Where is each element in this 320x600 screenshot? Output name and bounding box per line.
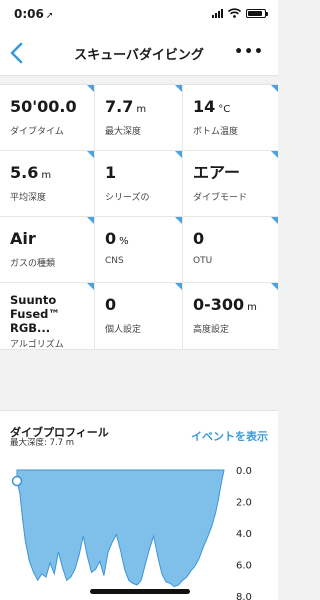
dive-profile-panel: ダイブプロフィール 最大深度: 7.7 m イベントを表示 0.0 2.0 4.0 6… <box>0 410 278 600</box>
corner-marker <box>271 151 278 158</box>
stat-value: 1 <box>105 163 117 182</box>
navigation-bar: スキューバダイビング ••• <box>0 28 278 76</box>
battery-level <box>248 10 262 16</box>
stat-value: 14 °C <box>193 97 231 116</box>
corner-marker <box>271 85 278 92</box>
stat-value: 0 <box>193 229 205 248</box>
stat-value: 0-300 m <box>193 295 257 314</box>
corner-marker <box>87 85 94 92</box>
stat-value: 7.7 m <box>105 97 147 116</box>
corner-marker <box>87 151 94 158</box>
stat-label: 高度設定 <box>193 325 230 335</box>
more-options-button[interactable]: ••• <box>234 44 264 60</box>
stat-cell-altitude-setting[interactable]: 0-300 m 高度設定 <box>183 283 278 349</box>
stat-value: エアー <box>193 163 241 182</box>
corner-marker <box>87 217 94 224</box>
y-tick-label: 6.0 <box>236 561 252 572</box>
stat-value: 50'00.0 <box>10 97 77 116</box>
corner-marker <box>87 283 94 290</box>
stats-row: Air ガスの種類 0% CNS 0 OTU <box>0 217 278 283</box>
stat-cell-dive-time[interactable]: 50'00.0 ダイブタイム <box>0 85 95 150</box>
stat-value: Suunto Fused™ RGB... <box>10 293 60 335</box>
dive-stats-grid: 50'00.0 ダイブタイム 7.7 m 最大深度 14 °C ボトム温度 5.6 m… <box>0 84 278 350</box>
stats-row: Suunto Fused™ RGB... アルゴリズム 0 個人設定 0-300… <box>0 283 278 350</box>
show-events-link[interactable]: イベントを表示 <box>191 428 268 444</box>
stat-label: CNS <box>105 256 124 266</box>
stat-label: 最大深度 <box>105 127 142 137</box>
stat-label: ボトム温度 <box>193 127 239 137</box>
battery-icon <box>246 8 268 18</box>
profile-cursor-handle <box>11 475 23 487</box>
stat-cell-series[interactable]: 1 シリーズの <box>95 151 183 216</box>
corner-marker <box>271 217 278 224</box>
location-arrow-icon: ➚ <box>45 11 54 21</box>
stat-cell-algorithm[interactable]: Suunto Fused™ RGB... アルゴリズム <box>0 283 95 350</box>
y-tick-label: 4.0 <box>236 529 252 540</box>
depth-profile-area <box>16 469 225 588</box>
y-tick-label: 8.0 <box>236 592 252 600</box>
stat-cell-gas-type[interactable]: Air ガスの種類 <box>0 217 95 282</box>
stat-label: 平均深度 <box>10 193 47 203</box>
stat-label: 個人設定 <box>105 325 142 335</box>
status-time: 0:06 ➚ <box>14 7 53 21</box>
stat-label: ダイブタイム <box>10 127 64 137</box>
stat-label: アルゴリズム <box>10 340 64 350</box>
status-indicators <box>212 8 268 18</box>
wifi-icon <box>228 8 241 18</box>
corner-marker <box>271 283 278 290</box>
status-bar: 0:06 ➚ <box>0 0 278 28</box>
stat-label: OTU <box>193 256 213 266</box>
home-indicator[interactable] <box>90 589 190 594</box>
stat-value: 5.6 m <box>10 163 52 182</box>
y-tick-label: 2.0 <box>236 498 252 509</box>
stat-label: ガスの種類 <box>10 259 56 269</box>
dive-profile-chart[interactable]: 0.02.04.06.08.000:120:250:38 <box>0 456 278 600</box>
corner-marker <box>175 85 182 92</box>
stat-cell-otu[interactable]: 0 OTU <box>183 217 278 282</box>
cellular-signal-icon <box>212 8 223 18</box>
stat-value: 0 <box>105 295 117 314</box>
corner-marker <box>175 217 182 224</box>
corner-marker <box>175 283 182 290</box>
stat-cell-personal-setting[interactable]: 0 個人設定 <box>95 283 183 349</box>
status-time-text: 0:06 <box>14 7 44 21</box>
stat-cell-average-depth[interactable]: 5.6 m 平均深度 <box>0 151 95 216</box>
stat-cell-bottom-temperature[interactable]: 14 °C ボトム温度 <box>183 85 278 150</box>
stat-value: 0% <box>105 229 129 248</box>
stat-cell-cns[interactable]: 0% CNS <box>95 217 183 282</box>
stat-cell-dive-mode[interactable]: エアー ダイブモード <box>183 151 278 216</box>
stat-cell-max-depth[interactable]: 7.7 m 最大深度 <box>95 85 183 150</box>
stat-label: ダイブモード <box>193 193 248 203</box>
stat-value: Air <box>10 229 36 248</box>
stat-label: シリーズの <box>105 193 150 203</box>
stats-row: 5.6 m 平均深度 1 シリーズの エアー ダイブモード <box>0 151 278 217</box>
y-tick-label: 0.0 <box>236 466 252 477</box>
corner-marker <box>175 151 182 158</box>
stats-row: 50'00.0 ダイブタイム 7.7 m 最大深度 14 °C ボトム温度 <box>0 85 278 151</box>
profile-max-depth: 最大深度: 7.7 m <box>10 438 75 448</box>
